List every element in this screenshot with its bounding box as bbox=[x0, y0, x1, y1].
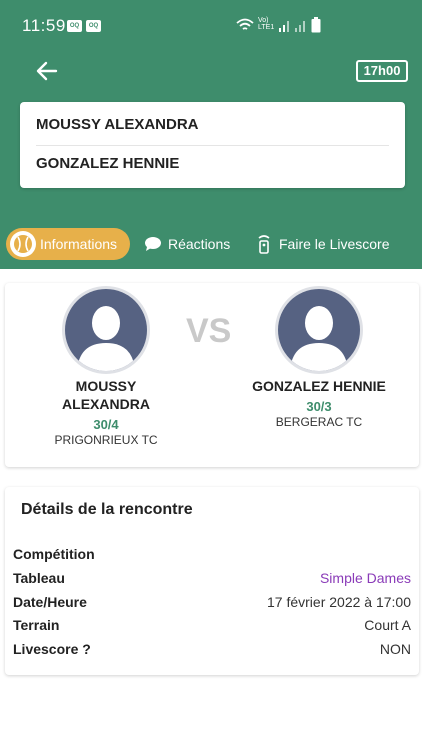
remote-icon bbox=[258, 235, 270, 254]
player-2-name-vs: GONZALEZ HENNIE bbox=[252, 378, 386, 394]
person-icon bbox=[290, 306, 348, 371]
player-2-club: BERGERAC TC bbox=[275, 415, 363, 429]
player-2-avatar bbox=[275, 286, 363, 374]
detail-label-livescore: Livescore ? bbox=[13, 641, 91, 657]
detail-value-tableau-link[interactable]: Simple Dames bbox=[320, 570, 411, 586]
signal-icon bbox=[279, 21, 289, 32]
battery-icon bbox=[311, 17, 321, 33]
match-details-card: Détails de la rencontre Compétition Tabl… bbox=[5, 487, 419, 675]
tab-informations-label: Informations bbox=[40, 236, 118, 252]
player-1-ranking: 30/4 bbox=[93, 417, 119, 432]
detail-label-tableau: Tableau bbox=[13, 570, 65, 586]
detail-label-terrain: Terrain bbox=[13, 617, 60, 633]
network-label: Vo) LTE1 bbox=[258, 17, 275, 31]
player-1-name-line2: ALEXANDRA bbox=[62, 396, 150, 412]
status-time: 11:59 bbox=[22, 16, 66, 35]
notification-badge-icon: OQ bbox=[67, 20, 82, 32]
player-1-name-line1: MOUSSY bbox=[75, 378, 137, 394]
header: 11:59 OQ OQ Vo) LTE1 17h00 MOUSSY ALEXAN… bbox=[0, 0, 422, 269]
tennis-ball-icon bbox=[10, 231, 36, 257]
detail-label-competition: Compétition bbox=[13, 546, 95, 562]
player-1-avatar bbox=[62, 286, 150, 374]
detail-label-date: Date/Heure bbox=[13, 594, 87, 610]
signal-icon-2 bbox=[295, 21, 305, 32]
person-icon bbox=[77, 306, 135, 371]
detail-value-livescore: NON bbox=[379, 641, 411, 657]
players-card: MOUSSY ALEXANDRA GONZALEZ HENNIE bbox=[20, 102, 405, 188]
player-2-ranking: 30/3 bbox=[306, 399, 332, 414]
detail-value-date: 17 février 2022 à 17:00 bbox=[267, 594, 411, 610]
speech-bubble-icon bbox=[145, 237, 161, 251]
player-2-name: GONZALEZ HENNIE bbox=[36, 155, 180, 172]
tab-livescore-label: Faire le Livescore bbox=[279, 236, 390, 252]
tab-reactions[interactable]: Réactions bbox=[144, 228, 244, 260]
match-time-badge: 17h00 bbox=[356, 60, 408, 82]
tab-informations[interactable]: Informations bbox=[6, 228, 130, 260]
status-bar: 11:59 OQ OQ Vo) LTE1 bbox=[0, 0, 422, 52]
back-arrow-icon[interactable] bbox=[34, 58, 60, 84]
detail-value-terrain: Court A bbox=[364, 617, 411, 633]
tab-livescore[interactable]: Faire le Livescore bbox=[256, 228, 396, 260]
tab-reactions-label: Réactions bbox=[168, 236, 231, 252]
divider bbox=[36, 145, 389, 146]
vs-label: VS bbox=[186, 312, 232, 350]
tab-bar: Informations Réactions Faire le Livescor… bbox=[0, 228, 422, 262]
wifi-icon bbox=[236, 18, 254, 30]
player-1-club: PRIGONRIEUX TC bbox=[54, 433, 158, 447]
details-title: Détails de la rencontre bbox=[21, 501, 193, 518]
notification-badge-icon: OQ bbox=[86, 20, 101, 32]
player-1-name-vs: MOUSSY ALEXANDRA bbox=[26, 377, 186, 413]
player-1-name: MOUSSY ALEXANDRA bbox=[36, 116, 199, 133]
